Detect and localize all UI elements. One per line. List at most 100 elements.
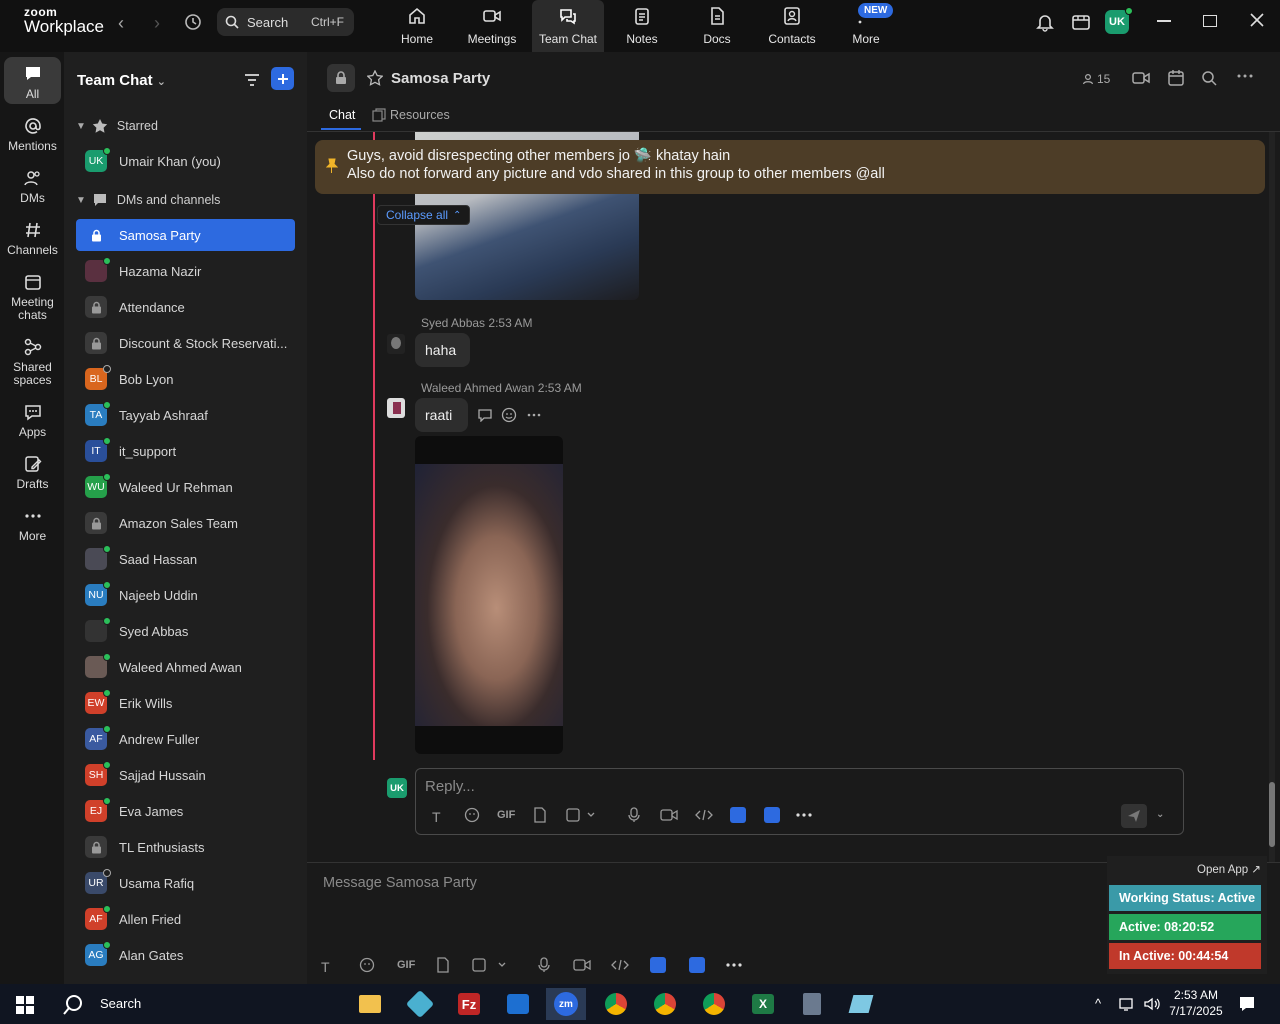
collapse-all-button[interactable]: Collapse all ⌃ bbox=[377, 205, 471, 225]
chrome-icon[interactable] bbox=[596, 988, 636, 1020]
whiteboard-icon[interactable] bbox=[1071, 12, 1091, 32]
tab-resources[interactable]: Resources bbox=[372, 108, 450, 122]
star-icon[interactable] bbox=[367, 70, 383, 86]
app-plugin-icon[interactable] bbox=[650, 957, 666, 973]
scrollbar-track[interactable] bbox=[1269, 132, 1275, 862]
windows-start-icon[interactable] bbox=[16, 996, 34, 1014]
message-bubble[interactable]: raati bbox=[415, 398, 468, 432]
notification-center-icon[interactable] bbox=[1238, 995, 1256, 1013]
tab-home[interactable]: Home bbox=[381, 0, 453, 52]
back-arrow-icon[interactable]: ‹ bbox=[110, 12, 132, 34]
rail-item-dms[interactable]: DMs bbox=[4, 168, 61, 205]
pinned-message-banner[interactable]: Guys, avoid disrespecting other members … bbox=[315, 140, 1265, 194]
message-bubble[interactable]: haha bbox=[415, 333, 470, 367]
avatar[interactable] bbox=[387, 334, 405, 354]
sidebar-item[interactable]: EJ Eva James bbox=[76, 795, 295, 827]
filter-icon[interactable] bbox=[243, 71, 261, 89]
text-format-icon[interactable]: T bbox=[432, 809, 441, 825]
system-clock[interactable]: 2:53 AM 7/17/2025 bbox=[1164, 987, 1228, 1019]
network-icon[interactable] bbox=[1118, 996, 1136, 1012]
ellipsis-icon[interactable] bbox=[1237, 72, 1253, 80]
emoji-react-icon[interactable] bbox=[501, 407, 517, 423]
sidebar-item[interactable]: Syed Abbas bbox=[76, 615, 295, 647]
sidebar-item[interactable]: IT it_support bbox=[76, 435, 295, 467]
tab-chat[interactable]: Chat bbox=[329, 108, 355, 122]
code-snippet-icon[interactable] bbox=[611, 958, 629, 972]
sidebar-item[interactable]: Discount & Stock Reservati... bbox=[76, 327, 295, 359]
tab-docs[interactable]: Docs bbox=[681, 0, 753, 52]
file-icon[interactable] bbox=[436, 957, 450, 973]
zoom-app-icon[interactable] bbox=[764, 807, 780, 823]
microphone-icon[interactable] bbox=[538, 957, 550, 973]
sidebar-item[interactable]: Saad Hassan bbox=[76, 543, 295, 575]
sidebar-item[interactable]: TA Tayyab Ashraaf bbox=[76, 399, 295, 431]
more-options-icon[interactable] bbox=[796, 813, 812, 817]
sidebar-item[interactable]: Waleed Ahmed Awan bbox=[76, 651, 295, 683]
section-starred[interactable]: ▼ Starred bbox=[76, 118, 158, 134]
sidebar-item[interactable]: AF Allen Fried bbox=[76, 903, 295, 935]
app-icon[interactable] bbox=[400, 988, 440, 1020]
screenshot-icon[interactable] bbox=[472, 957, 512, 973]
rail-item-mentions[interactable]: Mentions bbox=[4, 116, 61, 153]
excel-icon[interactable]: X bbox=[743, 988, 783, 1020]
chrome-icon[interactable] bbox=[645, 988, 685, 1020]
sidebar-item[interactable]: TL Enthusiasts bbox=[76, 831, 295, 863]
notepad-icon[interactable] bbox=[841, 988, 881, 1020]
scrollbar-thumb[interactable] bbox=[1269, 782, 1275, 847]
rail-item-drafts[interactable]: Drafts bbox=[4, 454, 61, 491]
more-options-icon[interactable] bbox=[726, 963, 742, 967]
sidebar-item[interactable]: NU Najeeb Uddin bbox=[76, 579, 295, 611]
calendar-icon[interactable] bbox=[1167, 69, 1185, 87]
tab-team-chat[interactable]: Team Chat bbox=[532, 0, 604, 52]
screenshot-icon[interactable] bbox=[566, 807, 596, 823]
sidebar-item[interactable]: UR Usama Rafiq bbox=[76, 867, 295, 899]
rail-item-channels[interactable]: Channels bbox=[4, 220, 61, 257]
sidebar-item[interactable]: AG Alan Gates bbox=[76, 939, 295, 971]
chat-title[interactable]: Samosa Party bbox=[391, 70, 490, 87]
zoom-taskbar-icon[interactable]: zm bbox=[546, 988, 586, 1020]
rail-item-apps[interactable]: Apps bbox=[4, 402, 61, 439]
sidebar-item[interactable]: AF Andrew Fuller bbox=[76, 723, 295, 755]
chevron-up-icon[interactable]: ^ bbox=[1095, 996, 1101, 1011]
file-explorer-icon[interactable] bbox=[350, 988, 390, 1020]
tab-notes[interactable]: Notes bbox=[606, 0, 678, 52]
search-input[interactable]: Search Ctrl+F bbox=[217, 8, 354, 36]
zoom-app-icon[interactable] bbox=[689, 957, 705, 973]
sidebar-item[interactable]: EW Erik Wills bbox=[76, 687, 295, 719]
video-clip-icon[interactable] bbox=[573, 958, 591, 972]
chevron-down-icon[interactable]: ⌄ bbox=[1156, 809, 1164, 820]
sidebar-item[interactable]: SH Sajjad Hussain bbox=[76, 759, 295, 791]
history-icon[interactable] bbox=[183, 12, 203, 32]
sidebar-item[interactable]: BL Bob Lyon bbox=[76, 363, 295, 395]
outlook-icon[interactable] bbox=[498, 988, 538, 1020]
message-input[interactable]: Message Samosa Party bbox=[323, 875, 477, 891]
emoji-icon[interactable] bbox=[359, 957, 375, 973]
rail-item-all[interactable]: All bbox=[4, 57, 61, 104]
rail-item-more[interactable]: More bbox=[4, 506, 61, 543]
reply-input[interactable]: Reply... bbox=[425, 778, 475, 795]
forward-arrow-icon[interactable]: › bbox=[146, 12, 168, 34]
video-call-icon[interactable] bbox=[1132, 70, 1150, 86]
starred-item[interactable]: UK Umair Khan (you) bbox=[76, 145, 295, 177]
microphone-icon[interactable] bbox=[628, 807, 640, 823]
sidebar-item[interactable]: Amazon Sales Team bbox=[76, 507, 295, 539]
text-format-icon[interactable]: T bbox=[321, 959, 330, 975]
video-clip-icon[interactable] bbox=[660, 808, 678, 822]
restore-icon[interactable] bbox=[1203, 15, 1217, 27]
notification-bell-icon[interactable] bbox=[1035, 12, 1055, 32]
rail-item-meeting-chats[interactable]: Meeting chats bbox=[4, 272, 61, 322]
file-icon[interactable] bbox=[533, 807, 547, 823]
open-app-link[interactable]: Open App ↗ bbox=[1197, 862, 1261, 876]
sidebar-item[interactable]: Attendance bbox=[76, 291, 295, 323]
tab-contacts[interactable]: Contacts bbox=[756, 0, 828, 52]
avatar[interactable] bbox=[387, 398, 405, 418]
emoji-icon[interactable] bbox=[464, 807, 480, 823]
shared-image-2[interactable] bbox=[415, 436, 563, 754]
taskbar-search[interactable]: Search bbox=[100, 996, 141, 1011]
sidebar-item[interactable]: Hazama Nazir bbox=[76, 255, 295, 287]
gif-button[interactable]: GIF bbox=[497, 809, 515, 821]
new-chat-button[interactable] bbox=[271, 67, 294, 90]
close-icon[interactable] bbox=[1249, 12, 1265, 28]
section-dms-channels[interactable]: ▼ DMs and channels bbox=[76, 192, 220, 208]
rail-item-shared-spaces[interactable]: Shared spaces bbox=[4, 337, 61, 387]
